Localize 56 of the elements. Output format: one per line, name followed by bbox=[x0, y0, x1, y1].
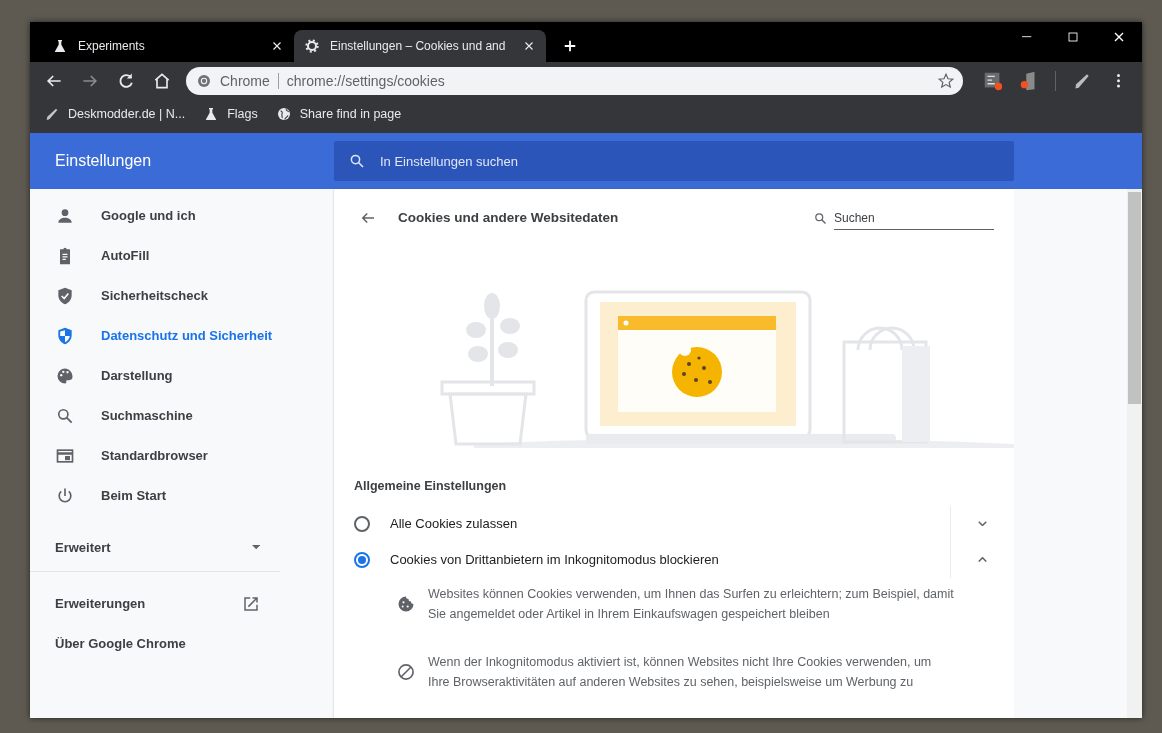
option-label: Cookies von Drittanbietern im Inkognitomodus blockieren bbox=[390, 551, 720, 569]
browser-window-icon bbox=[55, 446, 75, 466]
sidebar-item[interactable]: AutoFill bbox=[30, 236, 333, 276]
tab-title: Experiments bbox=[78, 38, 146, 55]
sidebar-item[interactable]: Standardbrowser bbox=[30, 436, 333, 476]
settings-search-field[interactable]: In Einstellungen suchen bbox=[334, 141, 1014, 181]
url-text: chrome://settings/cookies bbox=[286, 71, 446, 91]
chevron-up-icon bbox=[978, 557, 987, 563]
blocked-icon bbox=[396, 661, 416, 682]
bookmark[interactable]: Share find in page bbox=[275, 104, 402, 124]
sidebar-item[interactable]: Google und ich bbox=[30, 196, 333, 236]
sidebar-item[interactable]: Sicherheitscheck bbox=[30, 276, 333, 316]
tab-title: Einstellungen – Cookies und and bbox=[330, 38, 507, 55]
menu-icon bbox=[1116, 74, 1120, 88]
sidebar-item[interactable]: Beim Start bbox=[30, 476, 333, 516]
flask-icon bbox=[52, 38, 68, 54]
person-icon bbox=[55, 206, 75, 226]
bookmark[interactable]: Flags bbox=[203, 104, 258, 124]
page-title: Cookies und andere Websitedaten bbox=[398, 208, 620, 227]
home-icon bbox=[152, 71, 172, 91]
external-link-icon bbox=[242, 595, 260, 613]
star-icon[interactable] bbox=[937, 72, 955, 90]
sidebar-item[interactable]: Suchmaschine bbox=[30, 396, 333, 436]
radio-button[interactable] bbox=[354, 515, 370, 532]
settings-title: Einstellungen bbox=[55, 152, 152, 169]
option-label: Alle Cookies zulassen bbox=[390, 515, 519, 533]
browser-tab[interactable]: Einstellungen – Cookies und and bbox=[294, 30, 546, 62]
maximize-icon bbox=[1065, 29, 1081, 45]
scrollbar-thumb[interactable] bbox=[1128, 192, 1141, 404]
site-chip: Chrome bbox=[220, 73, 279, 89]
description-text: Wenn der Inkognitomodus aktiviert ist, können Websites nicht Ihre Cookies verwenden, um Ihre Browseraktivitäten auf anderen Websites zu sehen, beispielsweise um Werbung zu bbox=[428, 653, 933, 691]
palette-icon bbox=[55, 366, 75, 386]
settings-icon bbox=[304, 38, 320, 54]
search-icon bbox=[55, 406, 75, 426]
sidebar-link[interactable]: Erweiterungen bbox=[30, 584, 280, 624]
advanced-toggle[interactable]: Erweitert bbox=[30, 524, 280, 572]
shield-icon bbox=[55, 326, 75, 346]
section-heading: Allgemeine Einstellungen bbox=[353, 478, 508, 495]
sidebar-item[interactable]: Datenschutz und Sicherheit bbox=[30, 316, 333, 356]
sidebar-link[interactable]: Über Google Chrome bbox=[30, 624, 280, 664]
radio-button[interactable] bbox=[354, 551, 370, 568]
extension-icon bbox=[982, 70, 1004, 92]
globe-icon bbox=[275, 106, 292, 122]
chevron-down-icon bbox=[978, 521, 987, 527]
chrome-logo-icon bbox=[196, 73, 212, 89]
address-bar[interactable]: Chrome chrome://settings/cookies bbox=[186, 67, 963, 95]
caret-down-icon bbox=[251, 545, 260, 550]
description-text: Websites können Cookies verwenden, um Ihnen das Surfen zu erleichtern; zum Beispiel, damit Sie angemeldet oder Artikel in Ihrem Einkaufswagen gespeichert bleiben bbox=[428, 585, 954, 623]
scrollbar[interactable] bbox=[1127, 189, 1142, 718]
minimize-icon bbox=[1022, 36, 1032, 38]
bookmark[interactable]: Deskmodder.de | N... bbox=[44, 104, 186, 124]
pen-icon bbox=[44, 106, 60, 122]
search-icon bbox=[813, 210, 828, 226]
shield-check-icon bbox=[55, 286, 75, 306]
browser-tab[interactable]: Experiments bbox=[42, 30, 294, 62]
sidebar-item[interactable]: Darstellung bbox=[30, 356, 333, 396]
